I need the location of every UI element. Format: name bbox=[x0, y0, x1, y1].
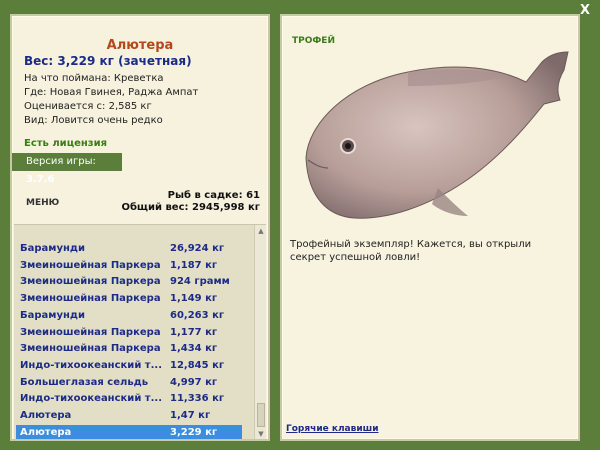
list-item[interactable]: Алютера 3,229 кг bbox=[16, 424, 242, 439]
version-number: 3.7.6 bbox=[26, 174, 55, 185]
list-item-weight: 12,845 кг bbox=[170, 359, 225, 371]
list-item-weight: 4,997 кг bbox=[170, 376, 218, 388]
list-item[interactable]: Большеглазая сельдь 4,997 кг bbox=[16, 375, 242, 391]
list-scrollbar[interactable]: ▲ ▼ bbox=[254, 225, 266, 439]
list-item-name: Змеиношейная Паркера bbox=[20, 259, 161, 271]
trophy-description: Трофейный экземпляр! Кажется, вы открыли… bbox=[290, 239, 532, 263]
hotkeys-link[interactable]: Горячие клавиши bbox=[286, 424, 379, 434]
list-item-name: Змеиношейная Паркера bbox=[20, 276, 161, 288]
fish-price: Оценивается с: 2,585 кг bbox=[24, 101, 152, 112]
trophy-label: ТРОФЕЙ bbox=[292, 36, 335, 46]
list-item[interactable]: Змеиношейная Паркера 1,434 кг bbox=[16, 341, 242, 357]
list-item-weight: 1,177 кг bbox=[170, 326, 218, 338]
catch-list[interactable]: Барамунди 26,924 кг Змеиношейная Паркера 1,… bbox=[14, 224, 266, 439]
list-item[interactable]: Барамунди 26,924 кг bbox=[16, 241, 242, 257]
scroll-up-icon[interactable]: ▲ bbox=[257, 227, 265, 235]
list-item-name: Змеиношейная Паркера bbox=[20, 293, 161, 305]
list-item-weight: 1,47 кг bbox=[170, 410, 211, 421]
list-item-weight: 924 грамм bbox=[170, 276, 230, 288]
list-item-weight: 1,149 кг bbox=[170, 293, 218, 305]
fish-rarity: Вид: Ловится очень редко bbox=[24, 115, 163, 126]
list-item[interactable]: Змеиношейная Паркера 1,149 кг bbox=[16, 291, 242, 307]
scroll-down-icon[interactable]: ▼ bbox=[257, 430, 265, 438]
fish-info-panel: Алютера Вес: 3,229 кг (зачетная) На что … bbox=[10, 14, 270, 441]
version-label: Версия игры: bbox=[26, 156, 96, 167]
list-item-weight: 1,434 кг bbox=[170, 343, 218, 355]
fish-name: Алютера bbox=[106, 38, 174, 53]
list-item-weight: 3,229 кг bbox=[170, 426, 218, 438]
list-item-weight: 11,336 кг bbox=[170, 393, 225, 405]
list-item-name: Барамунди bbox=[20, 243, 85, 254]
list-item-name: Алютера bbox=[20, 426, 72, 438]
list-item[interactable]: Змеиношейная Паркера 924 грамм bbox=[16, 274, 242, 290]
total-weight: Общий вес: 2945,998 кг bbox=[121, 202, 260, 213]
list-item[interactable]: Индо-тихоокеанский т... 12,845 кг bbox=[16, 358, 242, 374]
list-item-weight: 1,187 кг bbox=[170, 259, 218, 271]
list-item-weight: 60,263 кг bbox=[170, 309, 225, 321]
list-item-name: Большеглазая сельдь bbox=[20, 376, 149, 388]
license-status: Есть лицензия bbox=[24, 138, 108, 149]
scroll-thumb[interactable] bbox=[257, 403, 265, 427]
list-item[interactable]: Индо-тихоокеанский т... 11,336 кг bbox=[16, 391, 242, 407]
close-button[interactable]: X bbox=[578, 4, 592, 18]
fish-place: Где: Новая Гвинея, Раджа Ампат bbox=[24, 87, 199, 98]
fish-details: На что поймана: Креветка Где: Новая Гвин… bbox=[24, 72, 198, 128]
menu-button[interactable]: МЕНЮ bbox=[26, 198, 59, 208]
list-item[interactable]: Змеиношейная Паркера 1,187 кг bbox=[16, 258, 242, 274]
list-item[interactable]: Барамунди 60,263 кг bbox=[16, 308, 242, 324]
fish-weight: Вес: 3,229 кг (зачетная) bbox=[24, 54, 192, 68]
game-version: Версия игры: 3.7.6 bbox=[12, 153, 122, 185]
list-item-weight: 26,924 кг bbox=[170, 243, 225, 254]
catch-stats: Рыб в садке: 61 Общий вес: 2945,998 кг bbox=[121, 190, 260, 214]
list-item-name: Змеиношейная Паркера bbox=[20, 326, 161, 338]
list-item[interactable]: Змеиношейная Паркера 1,177 кг bbox=[16, 325, 242, 341]
list-item-name: Змеиношейная Паркера bbox=[20, 343, 161, 355]
trophy-panel: ТРОФЕЙ Трофейный экземпляр! Кажется, вы … bbox=[280, 14, 580, 441]
fish-image bbox=[305, 51, 569, 219]
list-item-name: Индо-тихоокеанский т... bbox=[20, 393, 162, 405]
list-item-name: Индо-тихоокеанский т... bbox=[20, 359, 162, 371]
fish-count: Рыб в садке: 61 bbox=[167, 190, 260, 201]
list-item-name: Алютера bbox=[20, 410, 72, 421]
list-item[interactable]: Алютера 1,47 кг bbox=[16, 408, 242, 424]
fish-bait: На что поймана: Креветка bbox=[24, 73, 164, 84]
list-item-name: Барамунди bbox=[20, 309, 85, 321]
